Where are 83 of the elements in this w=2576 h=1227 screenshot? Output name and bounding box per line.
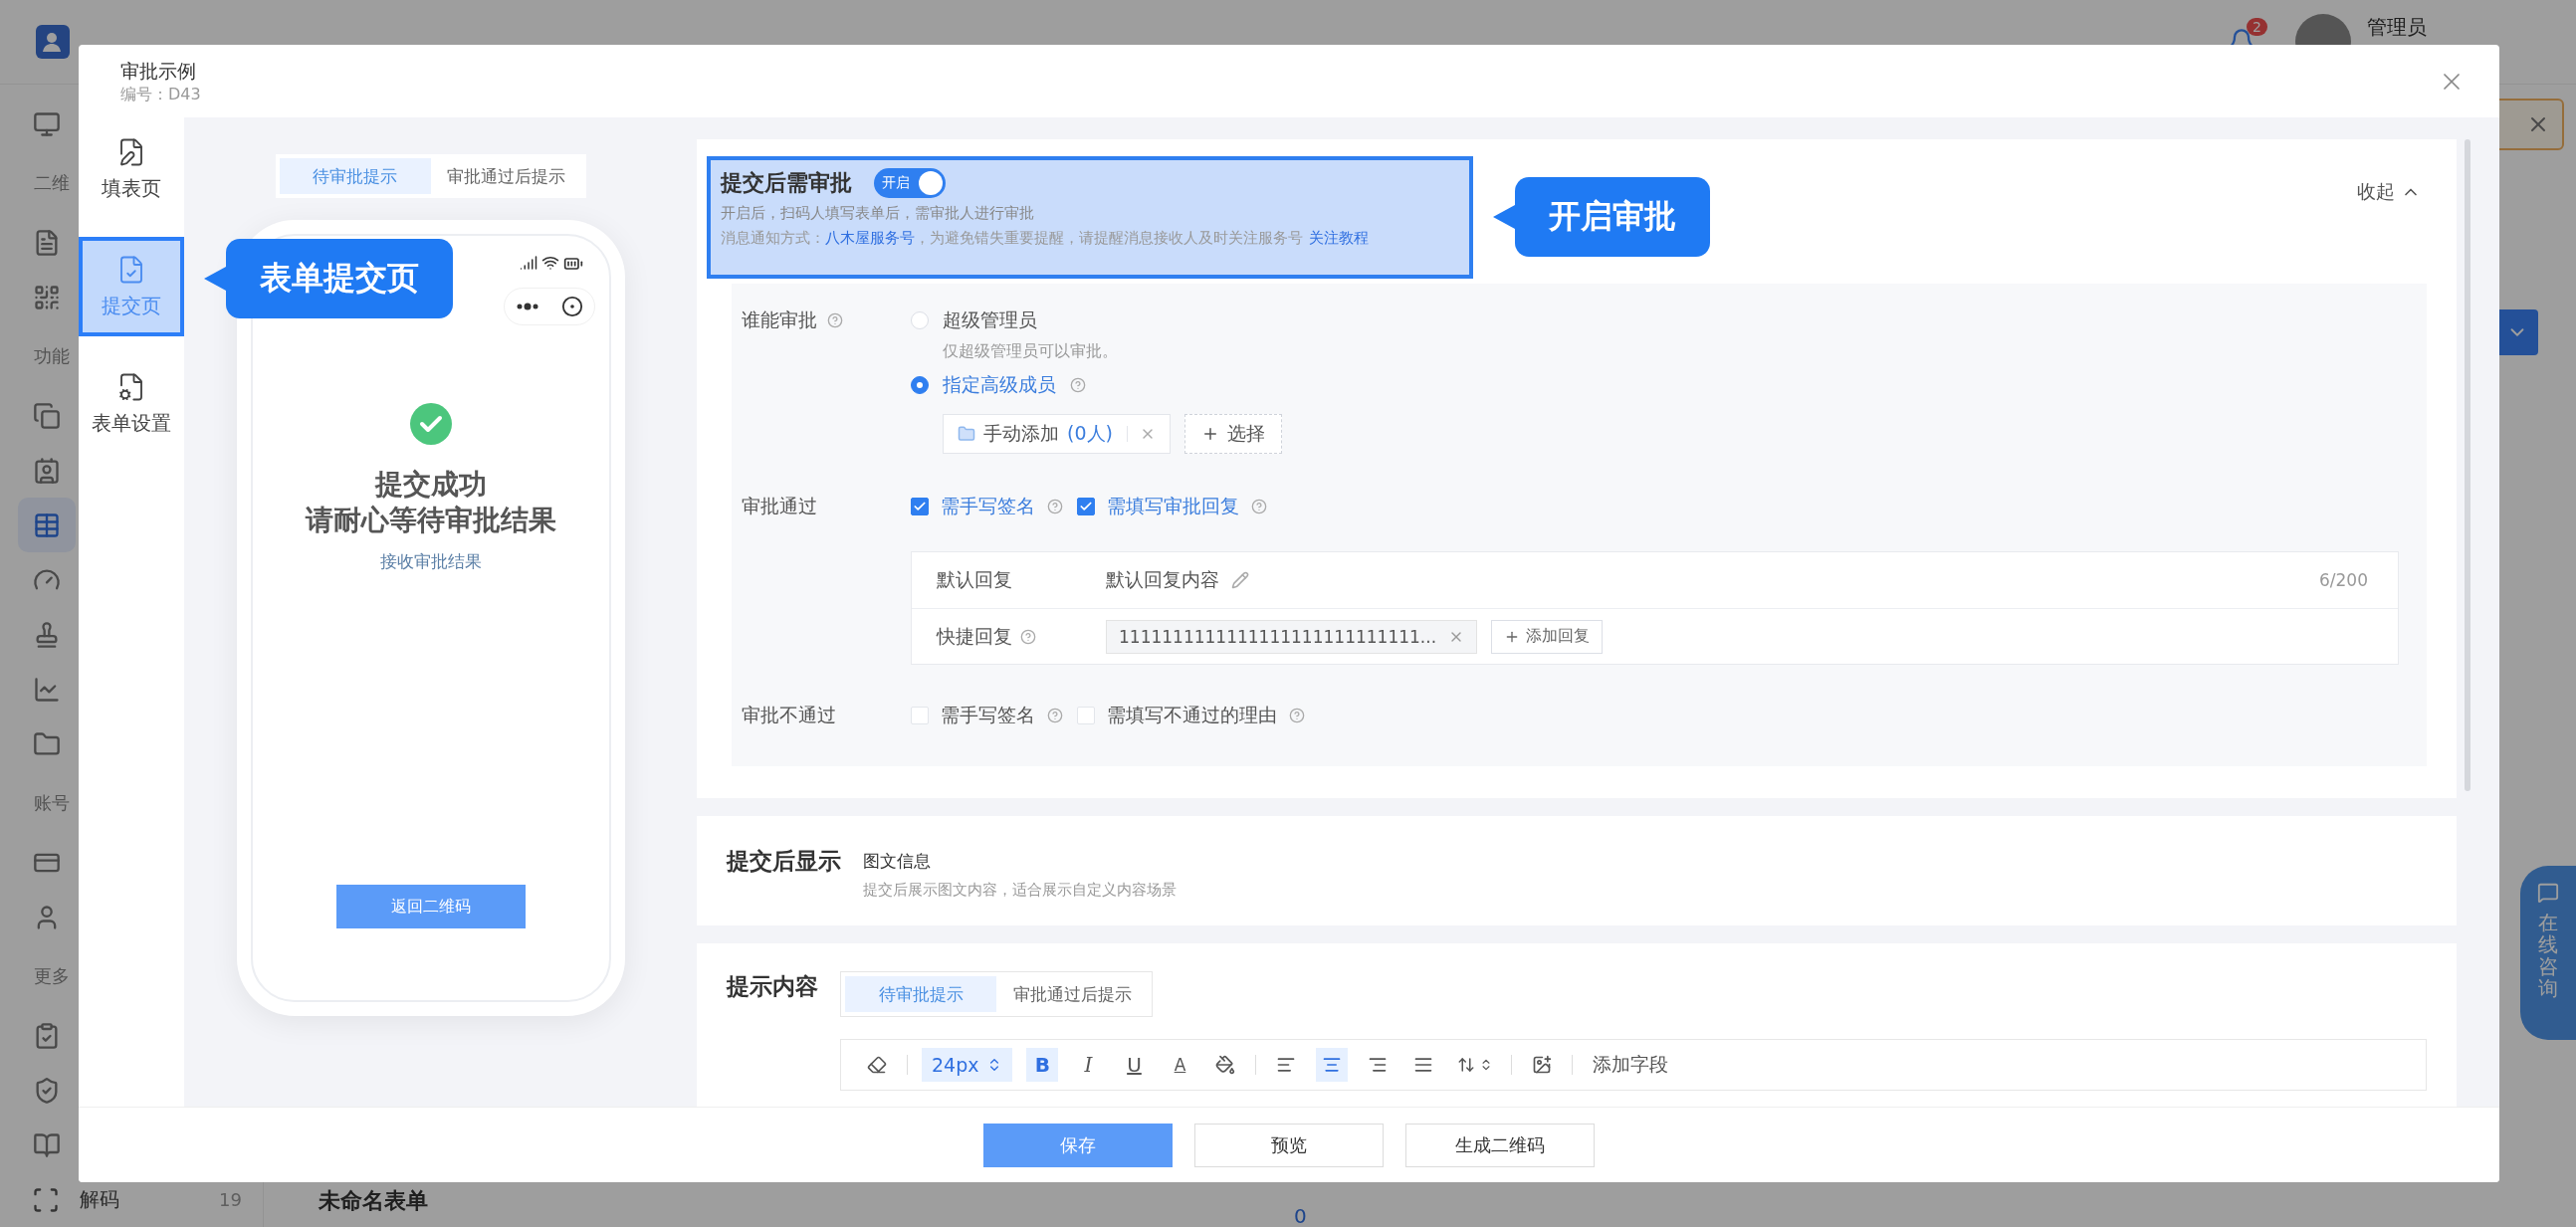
footer-button[interactable]: 生成二维码: [1405, 1123, 1595, 1167]
radio-label: 指定高级成员: [943, 372, 1056, 397]
help-icon[interactable]: [1020, 628, 1036, 645]
edit-icon[interactable]: [1231, 571, 1249, 589]
contact-card-icon: [33, 456, 61, 485]
section-title: 提交后需审批: [721, 169, 852, 197]
more-icon: [515, 303, 539, 310]
success-icon: [409, 403, 452, 445]
format-button[interactable]: U: [1118, 1048, 1151, 1082]
chat-icon: [2537, 882, 2559, 904]
help-icon[interactable]: [1070, 377, 1086, 393]
field-label: 审批通过: [742, 494, 817, 518]
form-count: 0: [1294, 1204, 1307, 1227]
display-type: 图文信息: [863, 850, 932, 873]
notification-badge: 2: [2247, 18, 2267, 36]
help-icon[interactable]: [1047, 499, 1063, 514]
checkbox[interactable]: [1077, 498, 1095, 515]
chat-label: 在线咨询: [2538, 912, 2558, 999]
radio-button[interactable]: [911, 376, 929, 394]
monitor-icon: [33, 109, 61, 138]
section-title: 提示内容: [727, 971, 818, 1001]
target-icon: [560, 296, 583, 317]
reply-tag: 1111111111111111111111111111...: [1106, 619, 1478, 654]
modal-title: 审批示例: [120, 58, 197, 84]
folder-icon: [33, 729, 61, 758]
section-title: 提交后显示: [727, 846, 841, 876]
form-title: 未命名表单: [319, 1188, 428, 1214]
checkbox[interactable]: [911, 498, 929, 515]
notice-text: 消息通知方式：八木屋服务号，为避免错失重要提醒，请提醒消息接收人及时关注服务号 关注教程: [721, 229, 1370, 248]
help-icon[interactable]: [827, 312, 843, 328]
success-message: 提交成功 请耐心等待审批结果: [305, 467, 556, 538]
sidebar-heading: 账号: [34, 791, 70, 815]
sidebar-heading: 功能: [34, 344, 70, 368]
wifi-icon: [540, 254, 559, 272]
scan-icon: [32, 1185, 60, 1214]
signal-icon: [519, 254, 537, 272]
sidebar-item[interactable]: 解码: [80, 1186, 119, 1213]
form-code: 编号：D43: [120, 83, 201, 105]
result-link[interactable]: 接收审批结果: [379, 550, 482, 573]
format-button[interactable]: A: [1164, 1048, 1196, 1082]
format-button[interactable]: I: [1072, 1048, 1105, 1082]
sidebar-heading: 更多: [34, 964, 70, 988]
radio-label: 超级管理员: [943, 307, 1037, 332]
sidebar-item[interactable]: [18, 498, 76, 552]
tutorial-link[interactable]: 关注教程: [1309, 229, 1369, 247]
char-counter: 6/200: [2319, 570, 2368, 590]
help-icon[interactable]: [1289, 708, 1305, 723]
format-button[interactable]: B: [1026, 1048, 1059, 1082]
align-center-icon[interactable]: [1316, 1048, 1349, 1082]
check-icon: [1079, 500, 1093, 513]
add-reply-button[interactable]: 添加回复: [1491, 619, 1604, 654]
toggle-switch[interactable]: 开启: [874, 168, 946, 198]
scrollbar[interactable]: [2465, 139, 2470, 791]
check-icon: [913, 500, 927, 513]
section-description: 开启后，扫码人填写表单后，需审批人进行审批: [721, 204, 1035, 223]
checkbox-label: 需手写签名: [941, 703, 1035, 727]
member-tag: 手动添加 (0人): [943, 414, 1171, 454]
user-name: 管理员: [2367, 14, 2427, 41]
field-label: 谁能审批: [742, 307, 817, 332]
select-button[interactable]: 选择: [1183, 414, 1282, 454]
add-field-button[interactable]: 添加字段: [1587, 1051, 1675, 1079]
option-hint: 仅超级管理员可以审批。: [943, 341, 1119, 362]
field-label: 默认回复: [937, 567, 1012, 592]
book-icon: [33, 1130, 61, 1159]
field-label: 审批不通过: [742, 703, 836, 727]
font-size-select[interactable]: 24px: [922, 1048, 1013, 1082]
qr-code-icon: [33, 283, 61, 311]
help-icon[interactable]: [1047, 708, 1063, 723]
item-count: 19: [219, 1189, 242, 1210]
display-hint: 提交后展示图文内容，适合展示自定义内容场景: [863, 881, 1177, 900]
sidebar-heading: 二维: [34, 171, 70, 195]
footer-button[interactable]: 预览: [1194, 1123, 1384, 1167]
table-icon: [33, 511, 61, 539]
line-chart-icon: [33, 675, 61, 704]
checkbox-label: 需填写审批回复: [1107, 494, 1239, 518]
copy-icon: [33, 401, 61, 430]
checkbox-label: 需手写签名: [941, 494, 1035, 518]
folder-icon: [958, 425, 975, 443]
help-icon[interactable]: [1251, 499, 1267, 514]
default-reply: 默认回复内容: [1106, 567, 1219, 592]
checkbox-label: 需填写不通过的理由: [1107, 703, 1277, 727]
field-label: 快捷回复: [937, 623, 1012, 649]
collapse-button[interactable]: 收起: [2351, 178, 2427, 206]
